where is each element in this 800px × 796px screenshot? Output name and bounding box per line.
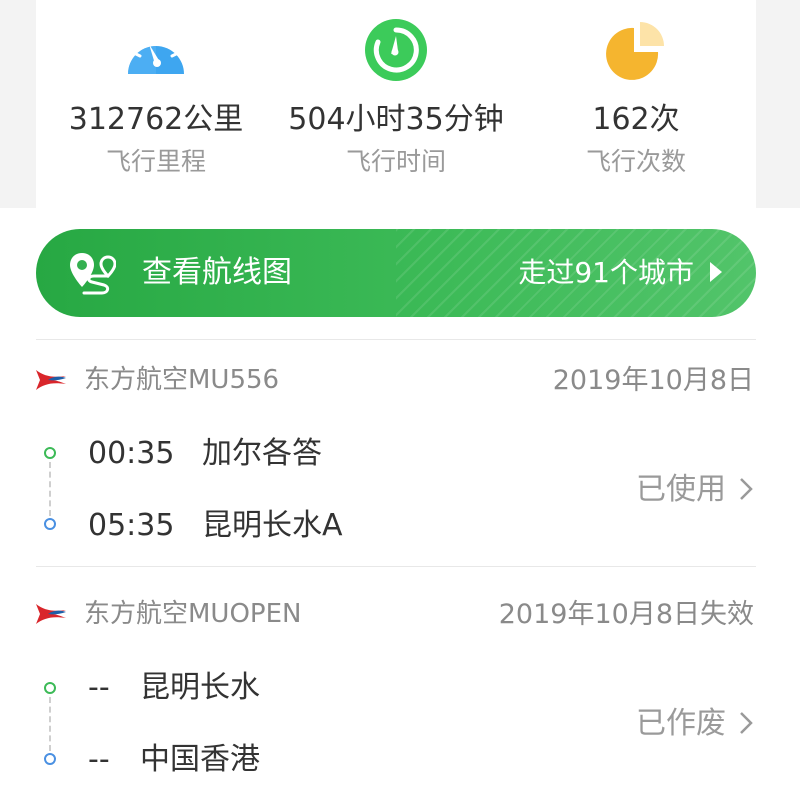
divider [36,566,756,567]
triangle-right-icon [710,262,722,282]
ticket-status[interactable]: 已作废 [636,704,726,744]
arrival-time: 05:35 [88,508,175,543]
airline-flight-number: 东方航空MU556 [84,365,280,395]
stat-mileage: 312762公里 飞行里程 [36,0,276,208]
divider [36,339,756,340]
stopwatch-icon [365,19,427,81]
flight-time-label: 飞行时间 [345,147,446,176]
flight-count-label: 飞行次数 [585,147,686,176]
flight-record[interactable]: 东方航空MUOPEN 2019年10月8日失效 -- 昆明长水 -- 中国香港 … [0,576,800,796]
mileage-value: 312762公里 [68,102,244,137]
departure-airport: 昆明长水 [140,670,260,705]
stats-card: 312762公里 飞行里程 504小时35分钟 飞行时间 162次 飞行次数 [36,0,756,208]
departure-airport: 加尔各答 [202,436,322,471]
flight-time-value: 504小时35分钟 [288,102,504,137]
chevron-right-icon[interactable] [738,710,754,736]
airline-flight-number: 东方航空MUOPEN [84,599,302,629]
departure-time: -- [88,670,110,705]
arrival-airport: 中国香港 [140,742,260,777]
arrival-dot-icon [44,753,56,765]
mileage-label: 飞行里程 [105,147,206,176]
stat-flight-count: 162次 飞行次数 [516,0,756,208]
flight-date: 2019年10月8日 [552,365,754,396]
cities-visited-count: 走过91个城市 [518,256,694,289]
route-connector-line [49,462,51,516]
ticket-status[interactable]: 已使用 [636,470,726,510]
departure-time: 00:35 [88,436,175,471]
chevron-right-icon[interactable] [738,476,754,502]
route-connector-line [49,697,51,751]
arrival-dot-icon [44,518,56,530]
departure-dot-icon [44,447,56,459]
flight-record[interactable]: 东方航空MU556 2019年10月8日 00:35 加尔各答 05:35 昆明… [0,342,800,568]
departure-dot-icon [44,682,56,694]
route-map-icon [70,253,116,295]
flight-count-value: 162次 [592,102,680,137]
pie-chart-icon [606,22,664,80]
arrival-airport: 昆明长水A [202,508,343,543]
speedometer-icon [128,32,184,74]
stat-flight-time: 504小时35分钟 飞行时间 [276,0,516,208]
china-eastern-logo [36,370,66,390]
view-route-map-button[interactable]: 查看航线图 走过91个城市 [36,229,756,317]
arrival-time: -- [88,742,110,777]
route-map-title: 查看航线图 [142,255,292,290]
china-eastern-logo [36,604,66,624]
flight-date: 2019年10月8日失效 [498,599,754,630]
